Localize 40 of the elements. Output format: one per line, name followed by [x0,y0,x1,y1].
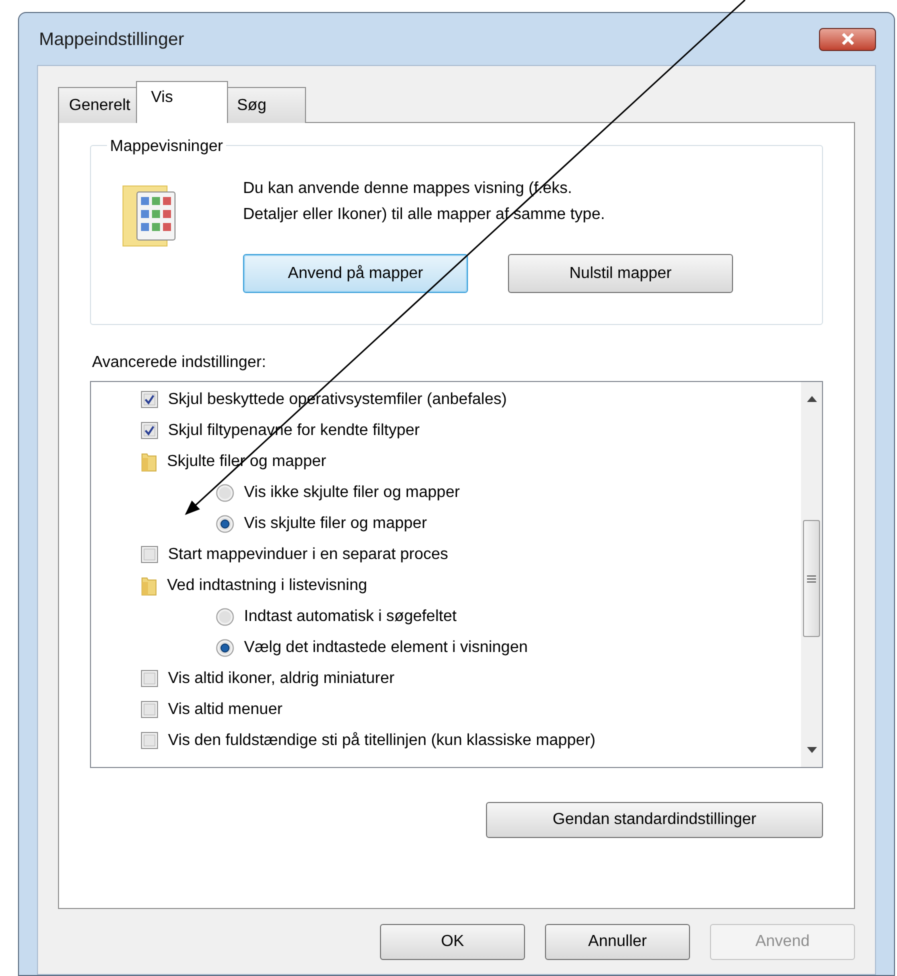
dialog-button[interactable]: Annuller [545,924,690,960]
checkbox[interactable] [141,422,158,439]
close-icon [840,33,854,45]
option-label: Vis altid menuer [168,700,282,720]
option-label: Vis ikke skjulte filer og mapper [244,482,460,502]
scroll-thumb[interactable] [803,520,820,637]
radio-button[interactable] [216,484,234,502]
checkbox[interactable] [141,701,158,718]
tab[interactable]: Søg [226,87,306,123]
description-text: Detaljer eller Ikoner) til alle mapper af samme type. [243,205,606,225]
tab[interactable]: Vis [136,81,228,123]
radio-button[interactable] [216,638,234,656]
checkbox[interactable] [141,546,158,563]
action-button[interactable]: Nulstil mapper [508,254,733,293]
dialog-button[interactable]: OK [380,924,525,960]
option-label: Start mappevinduer i en separat proces [168,544,448,564]
window-title: Mappeindstillinger [38,28,184,51]
scrollbar[interactable] [801,382,822,767]
tab[interactable]: Generelt [58,87,138,123]
radio-button[interactable] [216,608,234,626]
grip-icon [807,574,816,582]
option-label: Indtast automatisk i søgefeltet [244,606,457,626]
option-label: Vis altid ikoner, aldrig miniaturer [168,668,394,688]
scroll-up-icon[interactable] [806,396,816,402]
radio-button[interactable] [216,514,234,532]
close-button[interactable] [819,28,876,50]
option-label: Vis skjulte filer og mapper [244,514,427,534]
option-label: Ved indtastning i listevisning [167,576,368,596]
checkbox[interactable] [141,391,158,408]
action-button[interactable]: Anvend på mapper [243,254,468,293]
option-label: Vælg det indtastede element i visningen [244,638,528,658]
checkbox[interactable] [141,670,158,687]
option-label: Vis den fuldstændige sti på titellinjen (kun klassiske mapper) [168,730,596,750]
folder-icon [141,452,157,472]
scroll-down-icon[interactable] [806,747,816,753]
folder-icon [141,576,157,596]
section-label: Avancerede indstillinger: [92,353,268,373]
checkbox[interactable] [141,732,158,749]
restore-defaults-button[interactable]: Gendan standardindstillinger [486,802,823,838]
option-label: Skjulte filer og mapper [167,452,326,472]
